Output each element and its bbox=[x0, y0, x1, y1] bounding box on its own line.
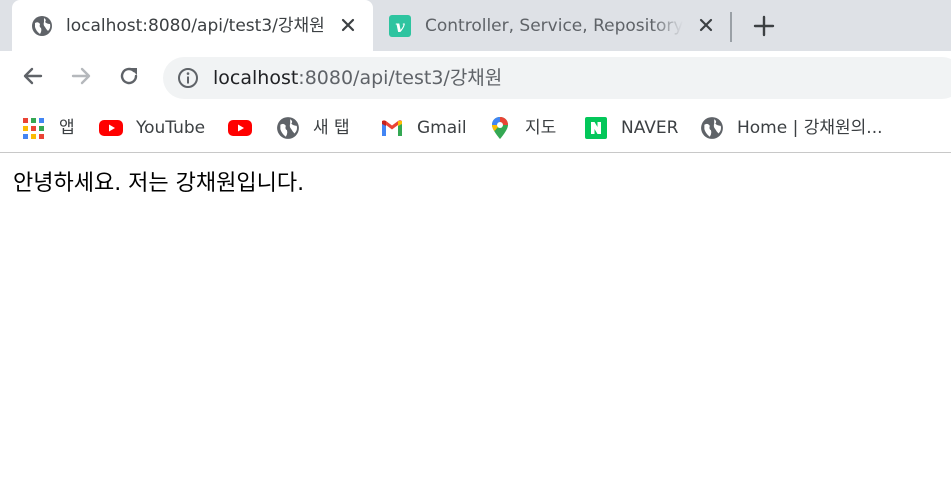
close-tab-icon[interactable] bbox=[697, 16, 715, 34]
back-arrow-icon[interactable] bbox=[20, 63, 46, 89]
bookmark-label: 앱 bbox=[59, 118, 75, 138]
tab-separator bbox=[730, 12, 732, 42]
site-info-icon[interactable] bbox=[177, 67, 199, 89]
bookmark-youtube[interactable]: YouTube bbox=[99, 113, 205, 143]
url-text: localhost:8080/api/test3/강채원 bbox=[213, 66, 502, 90]
gmail-icon bbox=[380, 116, 404, 140]
bookmark-label: Gmail bbox=[417, 118, 467, 138]
page-text: 안녕하세요. 저는 강채원입니다. bbox=[13, 171, 305, 196]
tab-controller-service[interactable]: v Controller, Service, Repository 가 bbox=[373, 0, 725, 51]
new-tab-icon[interactable] bbox=[751, 13, 777, 39]
bookmark-label: Home | 강채원의... bbox=[737, 118, 883, 138]
address-bar[interactable]: localhost:8080/api/test3/강채원 bbox=[163, 57, 951, 99]
url-path: :8080/api/test3/강채원 bbox=[298, 67, 503, 89]
globe-icon bbox=[276, 116, 300, 140]
bookmarks-bar: 앱 YouTube 새 탭 Gmail 지도 NAVER Home | 강채원의… bbox=[0, 103, 951, 153]
bookmark-label: 지도 bbox=[525, 118, 557, 138]
tab-title: Controller, Service, Repository 가 bbox=[425, 16, 683, 36]
forward-arrow-icon[interactable] bbox=[68, 63, 94, 89]
maps-pin-icon bbox=[488, 116, 512, 140]
bookmark-gmail[interactable]: Gmail bbox=[380, 113, 467, 143]
youtube-icon bbox=[99, 116, 123, 140]
apps-grid-icon bbox=[22, 116, 46, 140]
svg-text:v: v bbox=[395, 17, 405, 36]
bookmark-label: 새 탭 bbox=[313, 118, 350, 138]
tab-strip: localhost:8080/api/test3/강채원 v Controlle… bbox=[0, 0, 951, 51]
naver-icon bbox=[584, 116, 608, 140]
vue-icon: v bbox=[389, 15, 411, 37]
globe-icon bbox=[31, 15, 53, 37]
bookmark-label: YouTube bbox=[136, 118, 206, 138]
youtube-icon bbox=[228, 116, 252, 140]
toolbar: localhost:8080/api/test3/강채원 bbox=[0, 51, 951, 103]
reload-icon[interactable] bbox=[116, 63, 142, 89]
bookmark-home[interactable]: Home | 강채원의... bbox=[700, 113, 883, 143]
globe-icon bbox=[700, 116, 724, 140]
bookmark-youtube-2[interactable] bbox=[228, 113, 252, 143]
page-content: 안녕하세요. 저는 강채원입니다. bbox=[0, 154, 951, 479]
tab-localhost[interactable]: localhost:8080/api/test3/강채원 bbox=[12, 0, 373, 51]
tab-title: localhost:8080/api/test3/강채원 bbox=[66, 16, 325, 36]
bookmark-naver[interactable]: NAVER bbox=[584, 113, 678, 143]
url-host: localhost bbox=[213, 67, 299, 89]
bookmark-apps[interactable]: 앱 bbox=[22, 113, 75, 143]
close-tab-icon[interactable] bbox=[339, 16, 357, 34]
bookmark-maps[interactable]: 지도 bbox=[488, 113, 556, 143]
bookmark-label: NAVER bbox=[621, 118, 679, 138]
bookmark-new-tab[interactable]: 새 탭 bbox=[276, 113, 350, 143]
